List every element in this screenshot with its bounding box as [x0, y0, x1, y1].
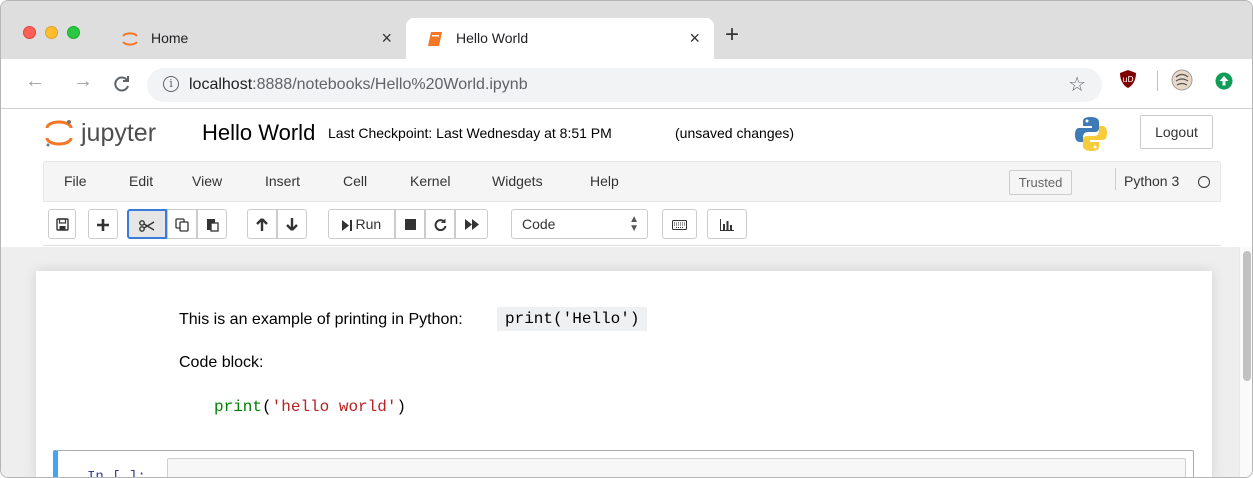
url-text: localhost:8888/notebooks/Hello%20World.i… — [189, 76, 528, 94]
restart-kernel-button[interactable] — [425, 209, 455, 239]
bar-chart-icon — [720, 218, 734, 231]
paste-icon — [206, 218, 219, 232]
extension-separator — [1157, 71, 1158, 91]
paste-cell-button[interactable] — [197, 209, 227, 239]
step-forward-icon — [341, 220, 352, 232]
new-tab-button[interactable]: + — [725, 23, 739, 47]
jupyter-logo[interactable]: jupyter — [43, 118, 183, 148]
input-prompt: In [ ]: — [87, 469, 146, 478]
menu-kernel[interactable]: Kernel — [410, 173, 450, 189]
tab-hello-world-close-icon[interactable]: × — [689, 28, 700, 49]
navigation-bar: ← → i localhost:8888/notebooks/Hello%20W… — [1, 59, 1252, 109]
restart-run-all-button[interactable] — [455, 209, 488, 239]
menu-widgets[interactable]: Widgets — [492, 173, 543, 189]
update-arrow-icon[interactable] — [1215, 72, 1233, 90]
tab-home[interactable]: Home × — [101, 18, 406, 59]
notebook-scrollbar[interactable] — [1239, 247, 1252, 477]
scissors-icon — [139, 219, 155, 232]
kernel-idle-icon — [1198, 176, 1210, 188]
bookmark-star-icon[interactable]: ☆ — [1068, 72, 1086, 97]
arrow-down-icon — [286, 218, 298, 231]
python-logo-icon — [1075, 117, 1107, 151]
markdown-code-block: print('hello world') — [214, 398, 406, 416]
save-button[interactable] — [48, 209, 76, 239]
kernel-separator — [1115, 168, 1116, 190]
svg-text:uD: uD — [1122, 75, 1133, 84]
cut-cell-button[interactable] — [127, 209, 167, 239]
markdown-inline-code: print('Hello') — [497, 307, 648, 331]
markdown-code-block-label: Code block: — [179, 354, 264, 371]
unsaved-changes-indicator: (unsaved changes) — [675, 125, 795, 141]
insert-cell-button[interactable] — [88, 209, 118, 239]
restart-icon — [434, 218, 446, 232]
url-host: localhost — [189, 76, 253, 93]
tab-bar: Home × Hello World × + — [1, 1, 1252, 59]
ublock-shield-icon[interactable]: uD — [1119, 69, 1137, 89]
menu-view[interactable]: View — [192, 173, 222, 189]
notebook-container — [36, 271, 1212, 477]
widget-chart-button[interactable] — [707, 209, 747, 239]
maximize-window-button[interactable] — [67, 26, 80, 39]
tab-home-title: Home — [151, 30, 189, 46]
url-path: :8888/notebooks/Hello%20World.ipynb — [252, 76, 528, 93]
save-icon — [55, 218, 69, 231]
fast-forward-icon — [464, 219, 479, 231]
notebook-icon — [428, 32, 442, 46]
trusted-indicator[interactable]: Trusted — [1009, 170, 1072, 195]
notebook-name[interactable]: Hello World — [202, 120, 315, 146]
logout-button[interactable]: Logout — [1140, 115, 1213, 149]
menu-file[interactable]: File — [64, 173, 87, 189]
address-bar[interactable]: i localhost:8888/notebooks/Hello%20World… — [147, 68, 1102, 102]
copy-cell-button[interactable] — [167, 209, 197, 239]
interrupt-kernel-button[interactable] — [395, 209, 425, 239]
browser-window: Home × Hello World × + ← → i localhost:8… — [0, 0, 1253, 478]
cell-type-select[interactable]: Code ▲ ▼ — [511, 209, 648, 239]
arrow-up-icon — [256, 218, 268, 232]
code-open-paren: ( — [262, 398, 272, 416]
cell-type-value: Code — [522, 216, 556, 232]
menu-insert[interactable]: Insert — [265, 173, 300, 189]
code-close-paren: ) — [396, 398, 407, 416]
menu-help[interactable]: Help — [590, 173, 619, 189]
menu-edit[interactable]: Edit — [129, 173, 153, 189]
tab-hello-world-title: Hello World — [456, 30, 529, 46]
code-string-token: 'hello world' — [271, 398, 397, 416]
jupyter-header: jupyter Hello World Last Checkpoint: Las… — [1, 109, 1252, 159]
copy-icon — [175, 217, 189, 232]
code-builtin-token: print — [214, 398, 263, 416]
scrollbar-thumb[interactable] — [1243, 251, 1251, 381]
reload-icon[interactable] — [112, 73, 132, 95]
move-cell-up-button[interactable] — [247, 209, 277, 239]
site-info-icon[interactable]: i — [163, 76, 179, 92]
jupyter-logo-text: jupyter — [80, 119, 156, 147]
tab-home-close-icon[interactable]: × — [381, 28, 392, 49]
checkpoint-status: Last Checkpoint: Last Wednesday at 8:51 … — [328, 125, 612, 141]
command-palette-button[interactable] — [662, 209, 697, 239]
keyboard-icon — [672, 219, 687, 230]
forward-icon[interactable]: → — [73, 71, 93, 91]
stop-icon — [404, 219, 416, 231]
close-window-button[interactable] — [23, 26, 36, 39]
select-caret-icon: ▲ ▼ — [629, 214, 639, 234]
kernel-name[interactable]: Python 3 — [1124, 173, 1179, 189]
menu-cell[interactable]: Cell — [343, 173, 367, 189]
notebook-menubar: File Edit View Insert Cell Kernel Widget… — [43, 161, 1221, 202]
jupyter-spinner-icon — [122, 32, 138, 46]
notebook-toolbar: Run Code ▲ ▼ — [43, 202, 1221, 246]
profile-avatar-icon[interactable] — [1171, 69, 1193, 91]
tab-hello-world[interactable]: Hello World × — [406, 18, 714, 59]
plus-icon — [97, 218, 109, 231]
minimize-window-button[interactable] — [45, 26, 58, 39]
back-icon[interactable]: ← — [25, 71, 45, 91]
markdown-text: This is an example of printing in Python… — [179, 311, 463, 328]
run-label: Run — [355, 216, 382, 232]
move-cell-down-button[interactable] — [277, 209, 307, 239]
run-cell-button[interactable]: Run — [328, 209, 395, 239]
code-cell-input[interactable] — [167, 458, 1186, 477]
